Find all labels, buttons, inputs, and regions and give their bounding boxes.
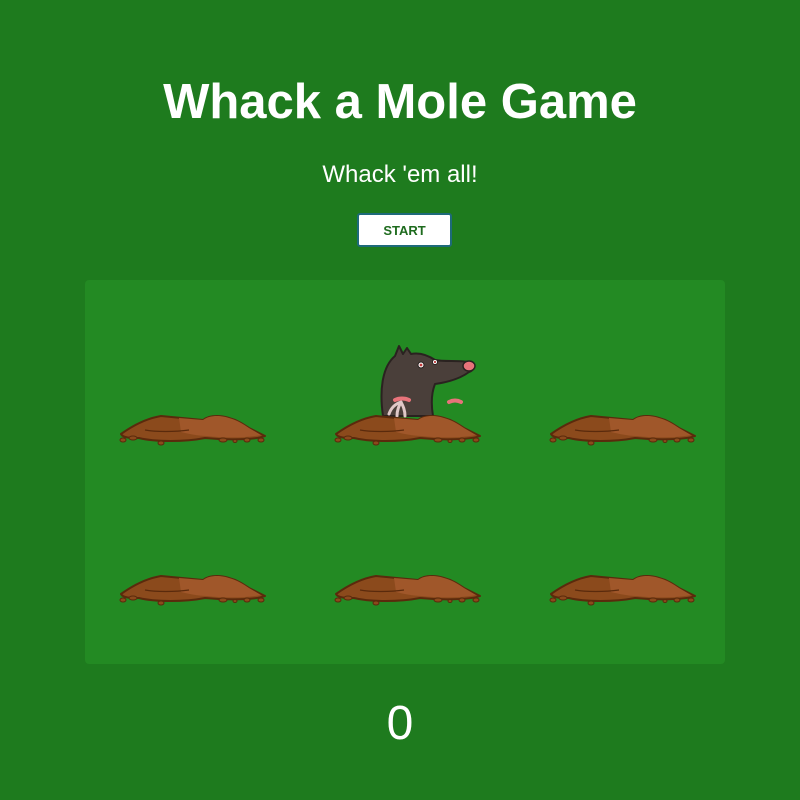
dirt-mound-icon xyxy=(334,575,481,606)
hole-3[interactable] xyxy=(545,380,705,500)
dirt-mound-icon xyxy=(119,575,266,606)
score-display: 0 xyxy=(386,697,414,750)
dirt-mound-icon xyxy=(549,415,696,446)
hole-2[interactable] xyxy=(330,345,490,500)
game-board xyxy=(85,280,725,664)
page-subtitle: Whack 'em all! xyxy=(322,161,478,188)
hole-6[interactable] xyxy=(545,540,705,660)
hole-1[interactable] xyxy=(115,380,275,500)
page-title: Whack a Mole Game xyxy=(163,75,637,129)
hole-5[interactable] xyxy=(330,540,490,660)
dirt-mound-icon xyxy=(334,415,481,446)
hole-4[interactable] xyxy=(115,540,275,660)
start-button[interactable]: START xyxy=(357,213,452,247)
dirt-mound-icon xyxy=(119,415,266,446)
dirt-mound-icon xyxy=(549,575,696,606)
